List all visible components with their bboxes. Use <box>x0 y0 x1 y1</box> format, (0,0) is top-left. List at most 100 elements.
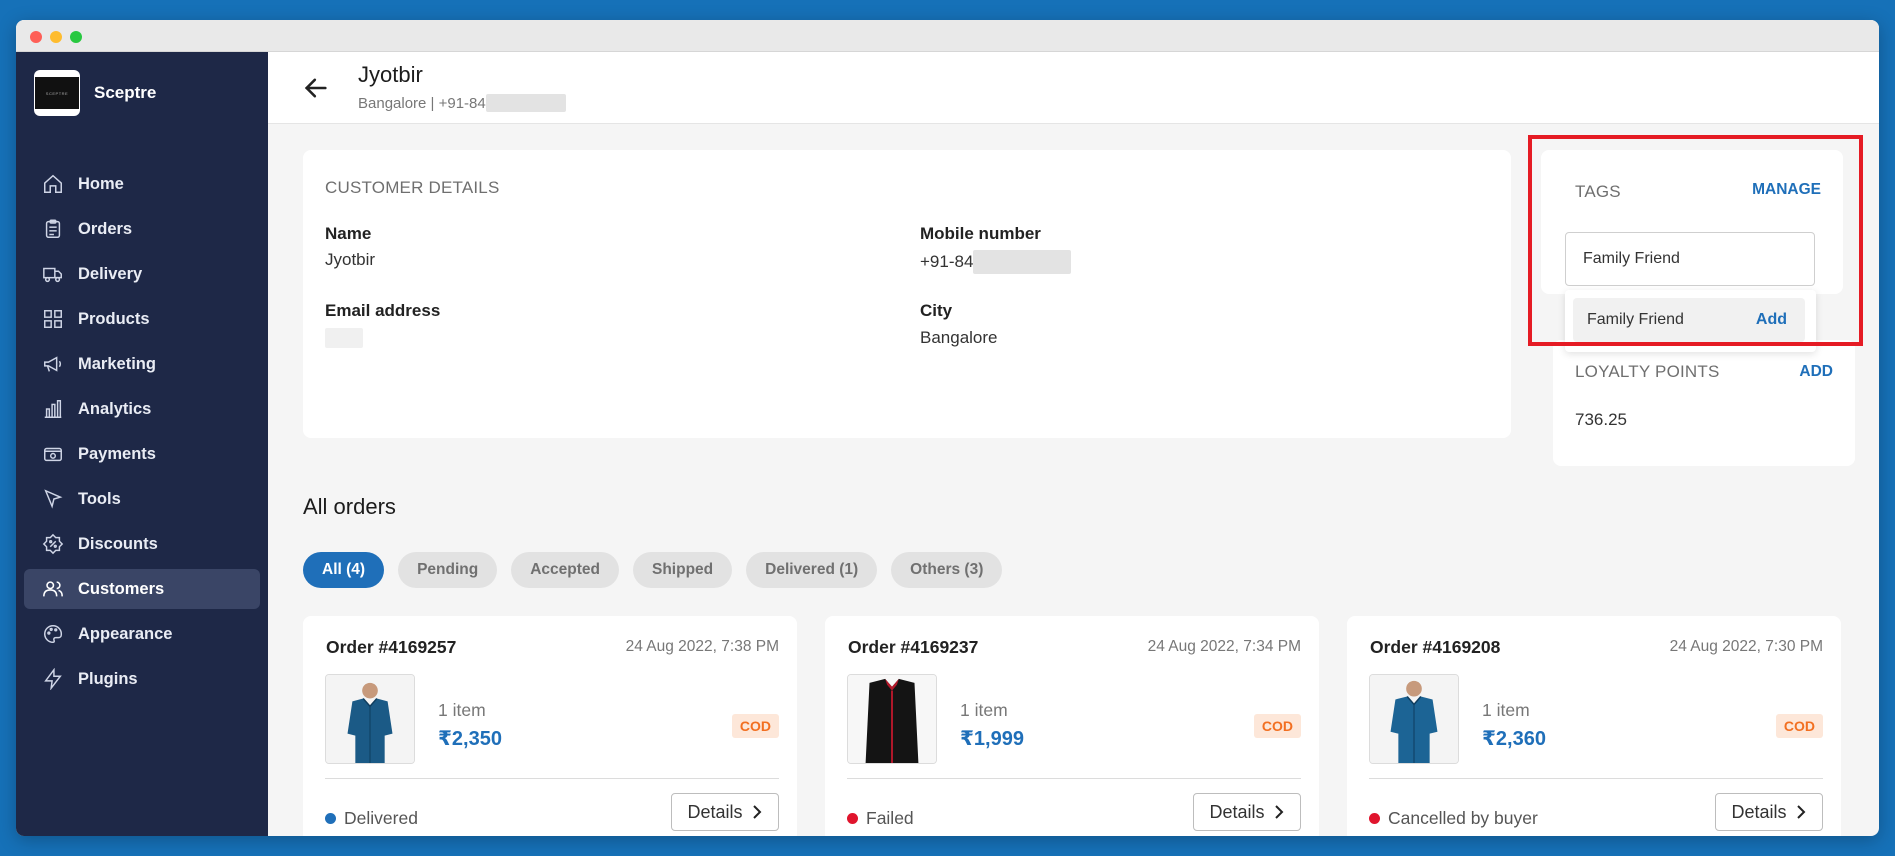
app-window: SCEPTRE Sceptre Home Orders Delivery Pro… <box>16 20 1879 836</box>
sidebar-item-label: Discounts <box>78 534 158 553</box>
brand-name: Sceptre <box>94 83 157 102</box>
sidebar-item-marketing[interactable]: Marketing <box>24 344 260 384</box>
window-titlebar <box>16 20 1879 52</box>
shirt-product-image <box>1370 675 1458 763</box>
divider <box>847 778 1301 779</box>
sidebar-item-orders[interactable]: Orders <box>24 209 260 249</box>
shirt-product-image <box>326 675 414 763</box>
name-value: Jyotbir <box>325 250 376 269</box>
bar-chart-icon <box>44 400 62 418</box>
sidebar-nav: Home Orders Delivery Products Marketing … <box>24 164 260 704</box>
details-label: Details <box>1731 801 1787 822</box>
megaphone-icon <box>44 356 62 372</box>
filter-all[interactable]: All (4) <box>303 552 385 588</box>
order-date: 24 Aug 2022, 7:30 PM <box>1669 638 1823 655</box>
sidebar-item-products[interactable]: Products <box>24 299 260 339</box>
sidebar-item-label: Analytics <box>78 399 152 418</box>
shirt-product-image <box>848 675 936 763</box>
add-loyalty-button[interactable]: ADD <box>1799 363 1833 381</box>
sidebar-item-payments[interactable]: Payments <box>24 434 260 474</box>
filter-accepted[interactable]: Accepted <box>511 552 619 588</box>
redacted-email <box>325 328 363 348</box>
order-details-button[interactable]: Details <box>1193 793 1301 831</box>
brand-logo: SCEPTRE <box>34 70 80 116</box>
email-value <box>325 328 363 348</box>
customer-details-card: CUSTOMER DETAILS Name Jyotbir Mobile num… <box>303 150 1511 438</box>
filter-others[interactable]: Others (3) <box>891 552 1003 588</box>
order-number: Order #4169237 <box>848 637 979 657</box>
order-price: ₹2,350 <box>438 728 502 750</box>
tag-input[interactable]: Family Friend <box>1565 232 1815 286</box>
order-status-label: Cancelled by buyer <box>1388 808 1538 828</box>
cursor-arrow-icon <box>44 489 63 509</box>
order-card[interactable]: Order #4169237 24 Aug 2022, 7:34 PM 1 it… <box>825 616 1319 836</box>
clipboard-icon <box>45 219 61 238</box>
orders-title: All orders <box>303 494 396 519</box>
chevron-right-icon <box>752 805 761 819</box>
order-status-label: Failed <box>866 808 914 828</box>
tag-suggestion-item[interactable]: Family Friend Add <box>1573 298 1805 342</box>
sidebar-item-discounts[interactable]: Discounts <box>24 524 260 564</box>
sidebar-item-label: Payments <box>78 444 156 463</box>
truck-icon <box>43 267 62 283</box>
manage-tags-button[interactable]: MANAGE <box>1752 181 1821 199</box>
filter-delivered[interactable]: Delivered (1) <box>746 552 878 588</box>
filter-pending[interactable]: Pending <box>398 552 498 588</box>
redacted-mobile <box>973 250 1072 274</box>
sidebar-item-tools[interactable]: Tools <box>24 479 260 519</box>
loyalty-value: 736.25 <box>1575 410 1627 429</box>
main-content: Jyotbir Bangalore | +91-84 CUSTOMER DETA… <box>268 52 1879 836</box>
home-icon <box>44 174 62 193</box>
tags-title: TAGS <box>1575 182 1621 201</box>
order-details-button[interactable]: Details <box>671 793 779 831</box>
sidebar-item-analytics[interactable]: Analytics <box>24 389 260 429</box>
order-card[interactable]: Order #4169208 24 Aug 2022, 7:30 PM 1 it… <box>1347 616 1841 836</box>
order-status: Failed <box>847 808 914 829</box>
chevron-right-icon <box>1796 805 1805 819</box>
sidebar-item-label: Products <box>78 309 150 328</box>
order-filter-chips: All (4) Pending Accepted Shipped Deliver… <box>303 552 1016 588</box>
filter-shipped[interactable]: Shipped <box>632 552 733 588</box>
brand[interactable]: SCEPTRE Sceptre <box>34 70 156 116</box>
sidebar-item-delivery[interactable]: Delivery <box>24 254 260 294</box>
sidebar-item-home[interactable]: Home <box>24 164 260 204</box>
mobile-label: Mobile number <box>920 224 1041 243</box>
close-window-button[interactable] <box>30 31 42 43</box>
order-date: 24 Aug 2022, 7:34 PM <box>1147 638 1301 655</box>
order-number: Order #4169208 <box>1370 637 1501 657</box>
order-status: Delivered <box>325 808 418 829</box>
sidebar-item-appearance[interactable]: Appearance <box>24 614 260 654</box>
wallet-icon <box>44 447 62 462</box>
chevron-right-icon <box>1274 805 1283 819</box>
back-arrow-icon[interactable] <box>302 74 330 102</box>
add-tag-button[interactable]: Add <box>1756 311 1787 329</box>
customer-location-phone: Bangalore | +91-84 <box>358 94 486 112</box>
order-item-count: 1 item <box>1482 700 1530 720</box>
order-details-button[interactable]: Details <box>1715 793 1823 831</box>
order-status: Cancelled by buyer <box>1369 808 1538 829</box>
maximize-window-button[interactable] <box>70 31 82 43</box>
order-card[interactable]: Order #4169257 24 Aug 2022, 7:38 PM 1 it… <box>303 616 797 836</box>
minimize-window-button[interactable] <box>50 31 62 43</box>
payment-badge: COD <box>1775 714 1823 738</box>
sidebar-item-customers[interactable]: Customers <box>24 569 260 609</box>
order-item-count: 1 item <box>960 700 1008 720</box>
product-thumbnail <box>847 674 937 764</box>
divider <box>1369 778 1823 779</box>
order-price: ₹1,999 <box>960 728 1024 750</box>
payment-badge: COD <box>731 714 779 738</box>
page-subtitle: Bangalore | +91-84 <box>358 94 566 112</box>
sidebar-item-label: Orders <box>78 219 133 238</box>
sidebar-item-label: Delivery <box>78 264 143 283</box>
status-dot-icon <box>325 813 336 824</box>
tag-suggestion-dropdown: Family Friend Add <box>1565 290 1816 352</box>
sidebar-item-plugins[interactable]: Plugins <box>24 659 260 699</box>
lightning-icon <box>44 668 62 690</box>
brand-logo-text: SCEPTRE <box>35 77 79 109</box>
details-label: Details <box>687 801 743 822</box>
product-thumbnail <box>325 674 415 764</box>
tag-suggestion-label: Family Friend <box>1587 311 1684 328</box>
order-number: Order #4169257 <box>326 637 457 657</box>
city-value: Bangalore <box>920 328 998 347</box>
payment-badge: COD <box>1253 714 1301 738</box>
